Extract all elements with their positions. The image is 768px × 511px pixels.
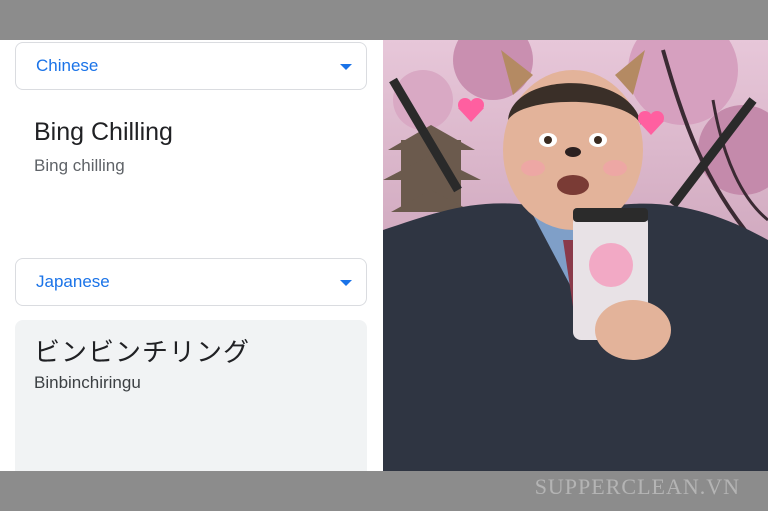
source-text[interactable]: Bing Chilling xyxy=(34,118,173,147)
meme-photo-illustration xyxy=(383,40,768,471)
chevron-down-icon xyxy=(340,280,352,286)
watermark: SUPPERCLEAN.VN xyxy=(534,474,740,499)
source-language-label: Chinese xyxy=(36,56,99,75)
translated-text: ビンビンチリング xyxy=(34,338,251,368)
source-transliteration: Bing chilling xyxy=(34,156,125,175)
chevron-down-icon xyxy=(340,64,352,70)
target-language-label: Japanese xyxy=(36,272,110,291)
translated-transliteration: Binbinchiringu xyxy=(34,373,141,392)
target-language-select[interactable]: Japanese xyxy=(15,258,367,306)
translator-panel: Chinese Bing Chilling Bing chilling Japa… xyxy=(0,40,383,471)
meme-photo xyxy=(383,40,768,471)
source-language-select[interactable]: Chinese xyxy=(15,42,367,90)
